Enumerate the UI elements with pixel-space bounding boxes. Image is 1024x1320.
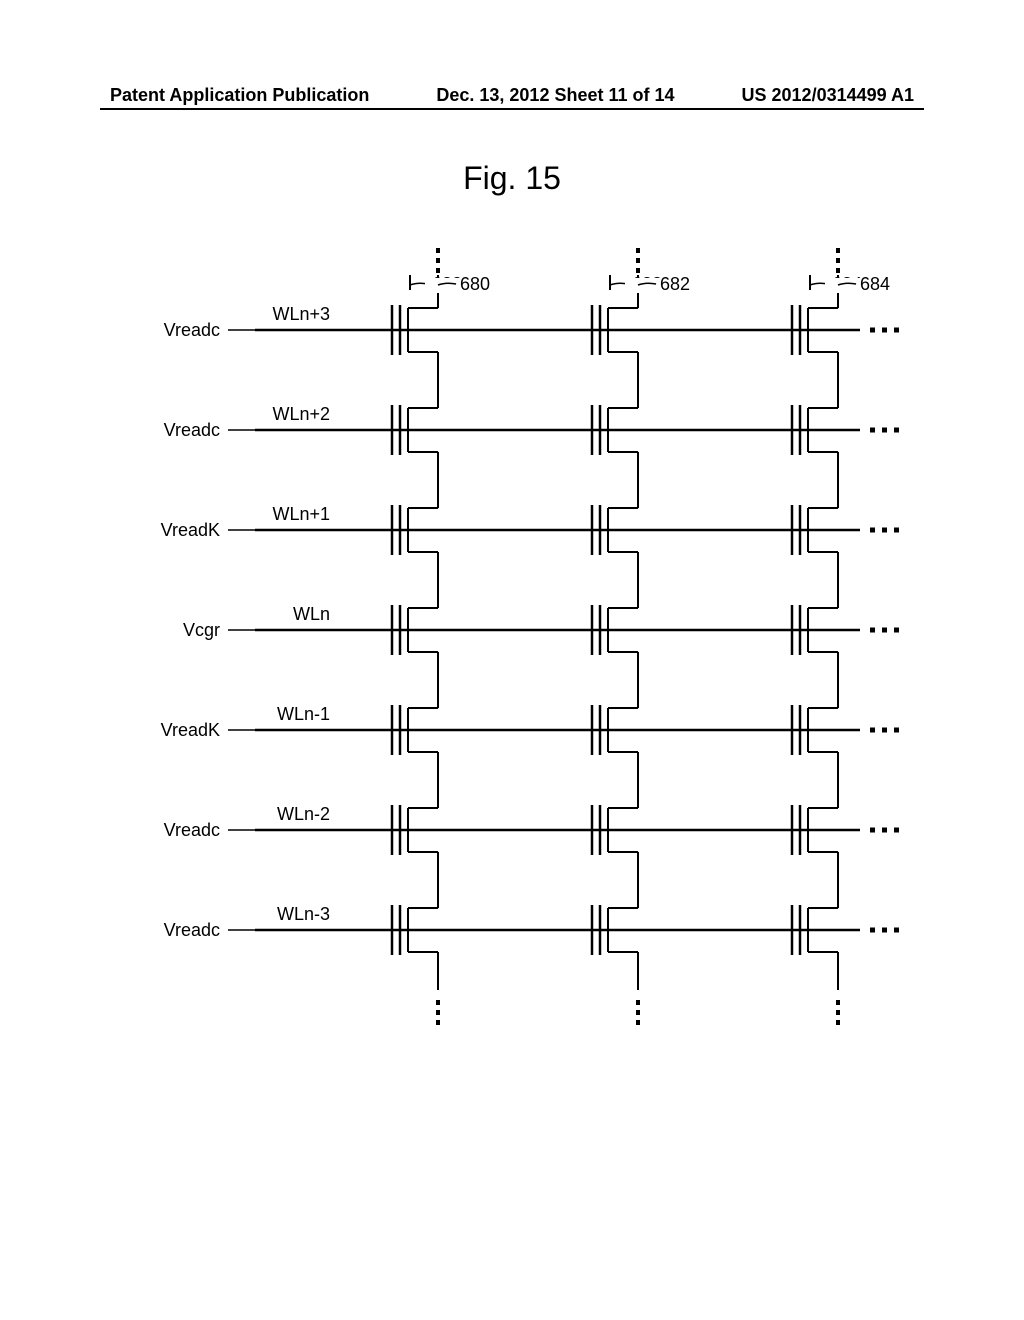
- header-border: [100, 108, 924, 110]
- header-right: US 2012/0314499 A1: [742, 85, 914, 106]
- svg-text:Vreadc: Vreadc: [164, 420, 220, 440]
- header-left: Patent Application Publication: [110, 85, 369, 106]
- svg-text:WLn+1: WLn+1: [272, 504, 330, 524]
- svg-text:VreadK: VreadK: [161, 720, 220, 740]
- page-header: Patent Application Publication Dec. 13, …: [0, 85, 1024, 106]
- svg-text:WLn+2: WLn+2: [272, 404, 330, 424]
- svg-text:682: 682: [660, 274, 690, 294]
- svg-text:Vcgr: Vcgr: [183, 620, 220, 640]
- header-center: Dec. 13, 2012 Sheet 11 of 14: [436, 85, 674, 106]
- svg-text:WLn: WLn: [293, 604, 330, 624]
- svg-text:WLn-1: WLn-1: [277, 704, 330, 724]
- svg-text:684: 684: [860, 274, 890, 294]
- svg-text:Vreadc: Vreadc: [164, 920, 220, 940]
- svg-text:VreadK: VreadK: [161, 520, 220, 540]
- svg-text:WLn-3: WLn-3: [277, 904, 330, 924]
- circuit-svg: 680 682 684 Vreadc WLn+3 Vreadc WLn+2 VreadK WLn…: [100, 240, 900, 1090]
- svg-text:WLn-2: WLn-2: [277, 804, 330, 824]
- svg-text:680: 680: [460, 274, 490, 294]
- figure-title: Fig. 15: [0, 160, 1024, 197]
- svg-text:Vreadc: Vreadc: [164, 820, 220, 840]
- svg-text:Vreadc: Vreadc: [164, 320, 220, 340]
- svg-text:WLn+3: WLn+3: [272, 304, 330, 324]
- circuit-diagram: 680 682 684 Vreadc WLn+3 Vreadc WLn+2 VreadK WLn…: [100, 240, 900, 1090]
